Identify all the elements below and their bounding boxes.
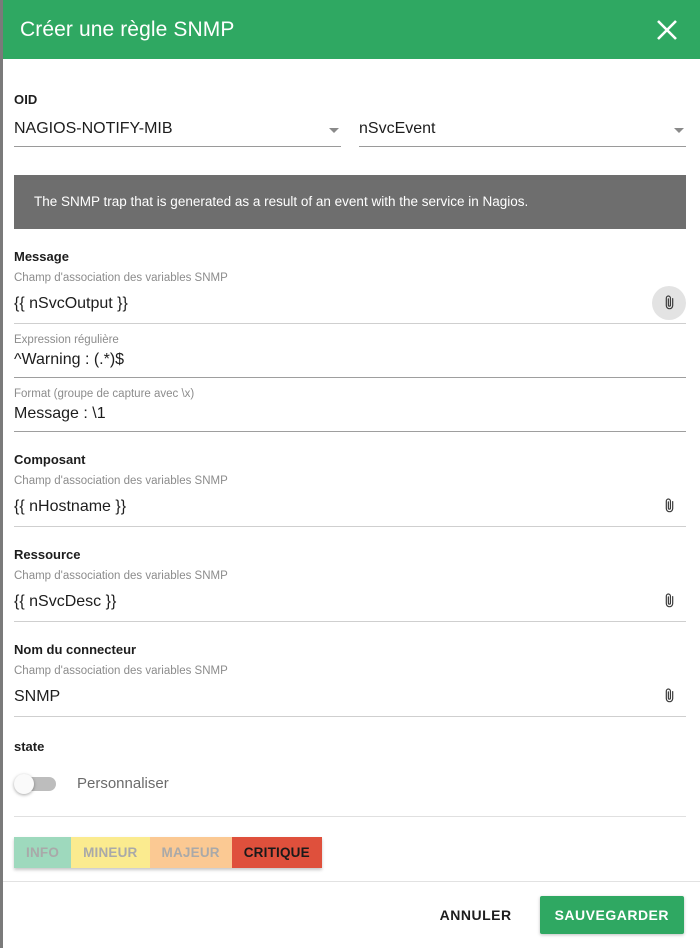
message-group: Message Champ d'association des variable… [14, 249, 686, 432]
toggle-switch[interactable] [14, 773, 58, 794]
attachment-icon[interactable] [652, 489, 686, 523]
toggle-label: Personnaliser [77, 775, 169, 793]
ressource-title: Ressource [14, 546, 81, 562]
regex-subfield: Expression régulière ^Warning : (.*)$ [14, 333, 686, 378]
dialog-footer: ANNULER SAUVEGARDER [0, 881, 700, 948]
connecteur-field-row: SNMP [14, 679, 686, 717]
toggle-knob [14, 773, 34, 794]
regex-hint: Expression régulière [14, 333, 119, 346]
state-title: state [14, 738, 45, 754]
close-icon[interactable] [650, 13, 684, 47]
top-spacer [14, 59, 686, 92]
dialog-body: OID NAGIOS-NOTIFY-MIB nSvcEvent The SNMP… [0, 59, 700, 881]
composant-hint: Champ d'association des variables SNMP [14, 474, 228, 487]
message-field-row: {{ nSvcOutput }} [14, 285, 686, 324]
message-input[interactable]: {{ nSvcOutput }} [14, 293, 128, 314]
severity-chip-critique[interactable]: CRITIQUE [231, 836, 322, 868]
oid-mib-value: NAGIOS-NOTIFY-MIB [14, 120, 173, 137]
oid-trap-select[interactable]: nSvcEvent [359, 119, 686, 147]
chevron-down-icon [329, 128, 339, 133]
connecteur-input[interactable]: SNMP [14, 686, 60, 707]
info-banner: The SNMP trap that is generated as a res… [14, 175, 686, 229]
oid-row: NAGIOS-NOTIFY-MIB nSvcEvent [14, 119, 686, 147]
ressource-group: Ressource Champ d'association des variab… [14, 547, 686, 622]
severity-divider [14, 815, 686, 817]
ressource-input[interactable]: {{ nSvcDesc }} [14, 591, 116, 612]
severity-selector: INFO MINEUR MAJEUR CRITIQUE [14, 836, 322, 868]
connecteur-group: Nom du connecteur Champ d'association de… [14, 642, 686, 717]
dialog-title: Créer une règle SNMP [20, 18, 235, 41]
save-button[interactable]: SAUVEGARDER [539, 896, 684, 934]
format-field-row: Message : \1 [14, 403, 686, 432]
regex-field-row: ^Warning : (.*)$ [14, 349, 686, 378]
chevron-down-icon [674, 128, 684, 133]
personnaliser-toggle[interactable]: Personnaliser [14, 773, 686, 794]
severity-chip-info[interactable]: INFO [14, 836, 72, 868]
oid-label: OID [14, 92, 38, 107]
format-hint: Format (groupe de capture avec \x) [14, 387, 195, 400]
create-snmp-rule-dialog: Créer une règle SNMP OID NAGIOS-NOTIFY-M… [0, 0, 700, 948]
state-group: state Personnaliser INFO MINEUR MAJEUR C… [14, 739, 686, 868]
connecteur-title: Nom du connecteur [14, 641, 137, 657]
composant-input[interactable]: {{ nHostname }} [14, 496, 126, 517]
connecteur-hint: Champ d'association des variables SNMP [14, 664, 228, 677]
regex-input[interactable]: ^Warning : (.*)$ [14, 351, 124, 368]
format-input[interactable]: Message : \1 [14, 405, 106, 422]
attachment-icon[interactable] [652, 679, 686, 713]
attachment-icon[interactable] [652, 285, 686, 320]
attachment-icon[interactable] [652, 584, 686, 618]
composant-field-row: {{ nHostname }} [14, 489, 686, 527]
oid-trap-value: nSvcEvent [359, 120, 436, 137]
ressource-field-row: {{ nSvcDesc }} [14, 584, 686, 622]
composant-group: Composant Champ d'association des variab… [14, 452, 686, 527]
severity-chip-mineur[interactable]: MINEUR [71, 836, 150, 868]
format-subfield: Format (groupe de capture avec \x) Messa… [14, 387, 686, 432]
dialog-header: Créer une règle SNMP [0, 0, 700, 59]
severity-chip-majeur[interactable]: MAJEUR [149, 836, 232, 868]
ressource-hint: Champ d'association des variables SNMP [14, 569, 228, 582]
composant-title: Composant [14, 451, 86, 467]
oid-mib-select[interactable]: NAGIOS-NOTIFY-MIB [14, 119, 341, 147]
message-title: Message [14, 248, 69, 264]
cancel-button[interactable]: ANNULER [426, 897, 526, 933]
message-hint: Champ d'association des variables SNMP [14, 271, 228, 284]
